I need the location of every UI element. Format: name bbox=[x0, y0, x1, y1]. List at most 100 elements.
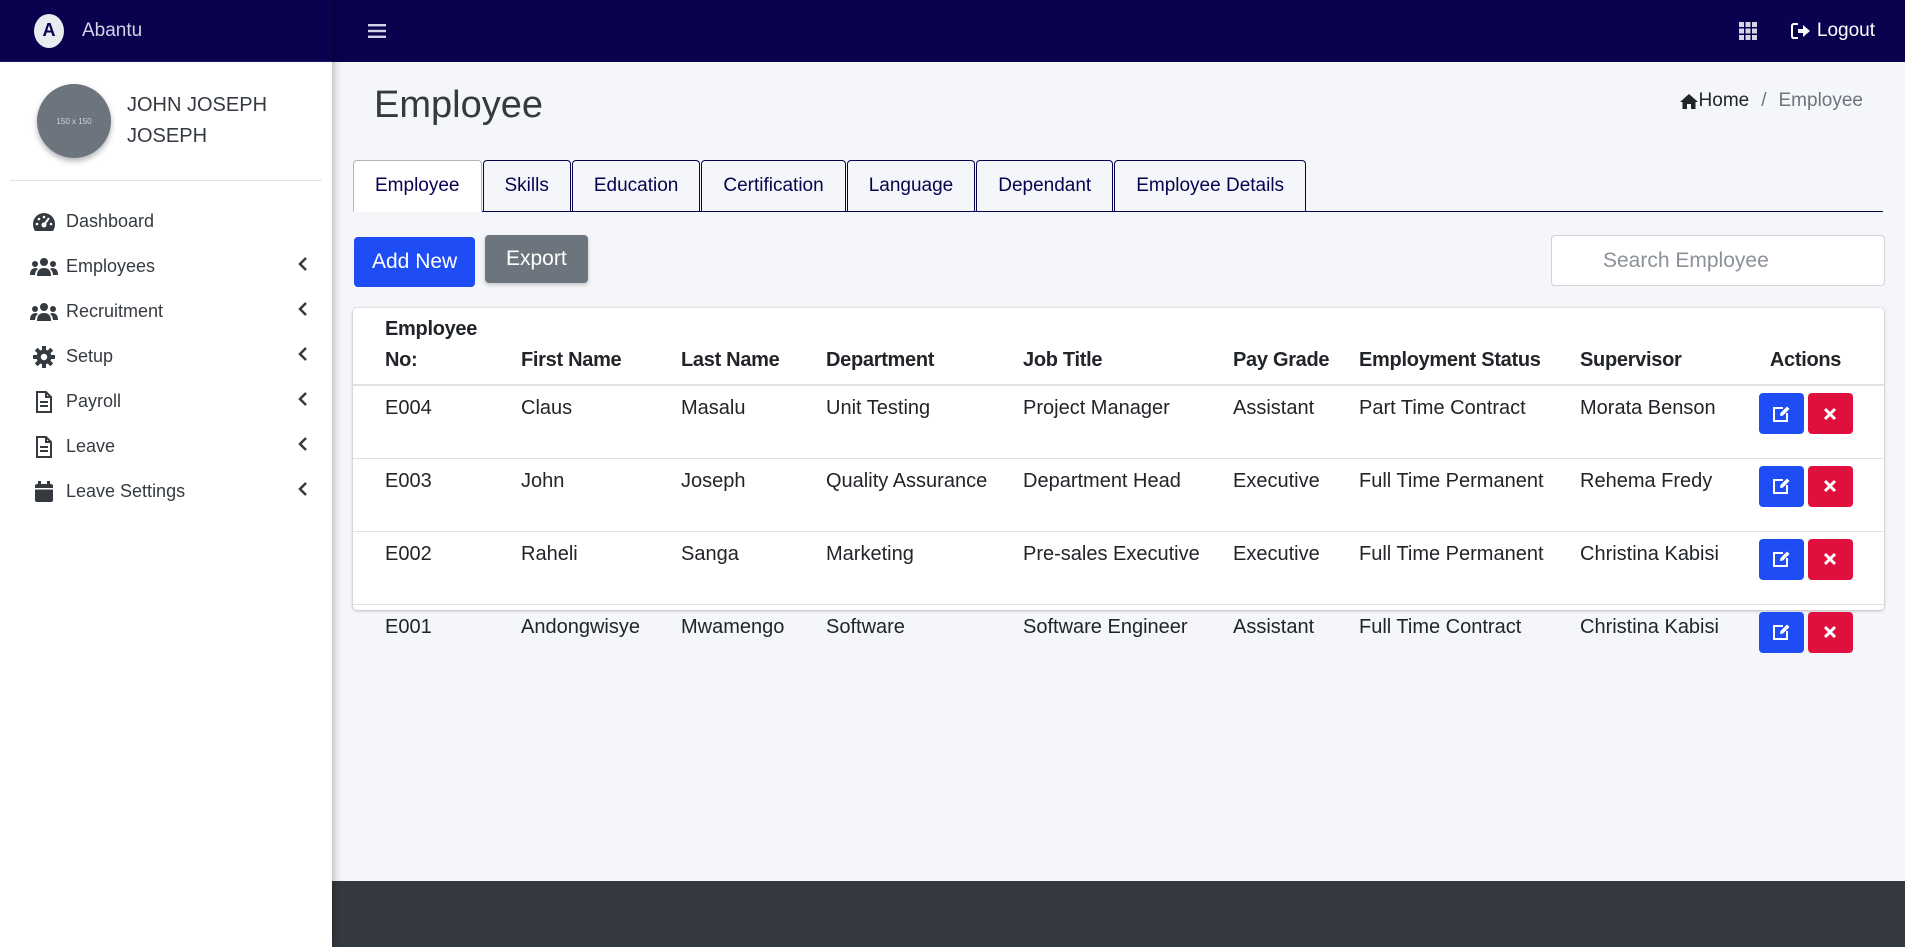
table-row: E004 Claus Masalu Unit Testing Project M… bbox=[353, 385, 1884, 458]
employee-table: Employee No: First Name Last Name Depart… bbox=[353, 308, 1884, 677]
users-icon bbox=[30, 255, 58, 279]
export-button[interactable]: Export bbox=[485, 235, 588, 283]
tab-language[interactable]: Language bbox=[846, 160, 976, 211]
logout-button[interactable]: Logout bbox=[1790, 20, 1875, 42]
tab-bar: Employee Skills Education Certification … bbox=[353, 160, 1883, 212]
page-title: Employee bbox=[374, 84, 543, 126]
sidebar-item-recruitment[interactable]: Recruitment bbox=[0, 289, 332, 334]
delete-button[interactable] bbox=[1807, 393, 1853, 434]
cell-last-name: Masalu bbox=[681, 397, 746, 419]
column-header-supervisor[interactable]: Supervisor bbox=[1572, 308, 1727, 386]
calendar-icon bbox=[30, 480, 58, 504]
cell-employment-status: Full Time Permanent bbox=[1351, 530, 1572, 604]
breadcrumb-current: Employee bbox=[1778, 90, 1864, 111]
edit-icon bbox=[1773, 551, 1790, 567]
column-header-pay-grade[interactable]: Pay Grade bbox=[1225, 308, 1351, 386]
cell-actions bbox=[1727, 457, 1884, 531]
breadcrumb: Home / Employee bbox=[1679, 90, 1863, 112]
cell-last-name: Mwamengo bbox=[673, 603, 818, 677]
row-actions bbox=[1735, 538, 1876, 580]
sidebar-item-leave-settings[interactable]: Leave Settings bbox=[0, 469, 332, 514]
cell-first-name: Andongwisye bbox=[513, 603, 673, 677]
breadcrumb-home-link[interactable]: Home bbox=[1679, 90, 1750, 112]
cell-department: Marketing bbox=[818, 530, 1015, 604]
cell-supervisor: Christina Kabisi bbox=[1572, 530, 1727, 604]
delete-button[interactable] bbox=[1807, 465, 1853, 507]
tab-skills[interactable]: Skills bbox=[482, 160, 571, 211]
sidebar-item-label: Recruitment bbox=[66, 301, 164, 321]
edit-button[interactable] bbox=[1758, 538, 1804, 580]
apps-grid-icon[interactable] bbox=[1733, 16, 1763, 46]
cell-last-name: Joseph bbox=[673, 457, 818, 531]
delete-button[interactable] bbox=[1807, 611, 1853, 653]
user-name[interactable]: JOHN JOSEPH JOSEPH bbox=[127, 90, 297, 152]
cell-pay-grade: Executive bbox=[1225, 530, 1351, 604]
gear-icon bbox=[30, 345, 58, 369]
cell-actions bbox=[1727, 603, 1884, 677]
tab-certification[interactable]: Certification bbox=[701, 160, 846, 211]
sidebar-item-label: Leave bbox=[66, 436, 116, 456]
menu-toggle-icon[interactable] bbox=[362, 16, 392, 46]
cell-supervisor: Rehema Fredy bbox=[1572, 457, 1727, 531]
sidebar-item-employees[interactable]: Employees bbox=[0, 244, 332, 289]
column-header-job-title[interactable]: Job Title bbox=[1015, 308, 1225, 386]
cell-employment-status: Full Time Contract bbox=[1351, 603, 1572, 677]
cell-pay-grade: Executive bbox=[1225, 457, 1351, 531]
edit-button[interactable] bbox=[1758, 393, 1804, 434]
cell-employment-status: Part Time Contract bbox=[1359, 397, 1526, 419]
row-actions bbox=[1735, 611, 1876, 653]
cell-employee-no: E002 bbox=[353, 530, 513, 604]
cell-department: Unit Testing bbox=[826, 397, 931, 419]
edit-button[interactable] bbox=[1758, 465, 1804, 507]
cell-first-name: Claus bbox=[521, 397, 573, 419]
user-panel: 150 x 150 JOHN JOSEPH JOSEPH bbox=[10, 62, 322, 181]
column-header-employee-no[interactable]: Employee No: bbox=[353, 308, 513, 386]
logout-label: Logout bbox=[1816, 20, 1875, 41]
tab-employee-details[interactable]: Employee Details bbox=[1114, 160, 1307, 211]
column-header-employment-status[interactable]: Employment Status bbox=[1351, 308, 1572, 386]
users-icon bbox=[30, 300, 58, 324]
cell-employee-no: E003 bbox=[353, 457, 513, 531]
cell-first-name: Raheli bbox=[513, 530, 673, 604]
top-navbar: Logout bbox=[332, 0, 1905, 62]
edit-button[interactable] bbox=[1758, 611, 1804, 653]
cell-employment-status: Full Time Permanent bbox=[1351, 457, 1572, 531]
sidebar-item-leave[interactable]: Leave bbox=[0, 424, 332, 469]
table-header-row: Employee No: First Name Last Name Depart… bbox=[353, 308, 1884, 386]
search-employee-input[interactable] bbox=[1551, 235, 1885, 286]
tab-education[interactable]: Education bbox=[571, 160, 701, 211]
cell-department: Software bbox=[818, 603, 1015, 677]
chevron-left-icon bbox=[294, 437, 312, 456]
breadcrumb-separator: / bbox=[1761, 90, 1767, 111]
column-header-last-name[interactable]: Last Name bbox=[673, 308, 818, 386]
home-icon bbox=[1679, 93, 1698, 109]
sidebar-item-dashboard[interactable]: Dashboard bbox=[0, 199, 332, 244]
cell-job-title: Project Manager bbox=[1023, 397, 1170, 419]
chevron-left-icon bbox=[294, 257, 312, 276]
sidebar-item-payroll[interactable]: Payroll bbox=[0, 379, 332, 424]
close-icon bbox=[1823, 552, 1837, 566]
column-header-first-name[interactable]: First Name bbox=[513, 308, 673, 386]
delete-button[interactable] bbox=[1807, 538, 1853, 580]
breadcrumb-home-label: Home bbox=[1698, 90, 1750, 111]
close-icon bbox=[1823, 407, 1837, 420]
row-actions bbox=[1735, 465, 1876, 507]
tab-dependant[interactable]: Dependant bbox=[976, 160, 1114, 211]
table-row: E003 John Joseph Quality Assurance Depar… bbox=[353, 457, 1884, 531]
cell-employee-no: E001 bbox=[353, 603, 513, 677]
cell-job-title: Software Engineer bbox=[1015, 603, 1225, 677]
sidebar-item-label: Payroll bbox=[66, 391, 122, 411]
dashboard-icon bbox=[30, 210, 58, 234]
edit-icon bbox=[1773, 624, 1790, 640]
row-actions bbox=[1735, 393, 1876, 434]
file-icon bbox=[30, 390, 58, 414]
table-row: E001 Andongwisye Mwamengo Software Softw… bbox=[353, 603, 1884, 677]
edit-icon bbox=[1773, 478, 1790, 494]
brand-link[interactable]: A Abantu bbox=[0, 0, 332, 62]
cell-pay-grade: Assistant bbox=[1225, 603, 1351, 677]
tab-employee[interactable]: Employee bbox=[353, 160, 482, 212]
sidebar-item-setup[interactable]: Setup bbox=[0, 334, 332, 379]
cell-employee-no: E004 bbox=[385, 397, 432, 419]
column-header-department[interactable]: Department bbox=[818, 308, 1015, 386]
add-new-button[interactable]: Add New bbox=[354, 237, 476, 287]
